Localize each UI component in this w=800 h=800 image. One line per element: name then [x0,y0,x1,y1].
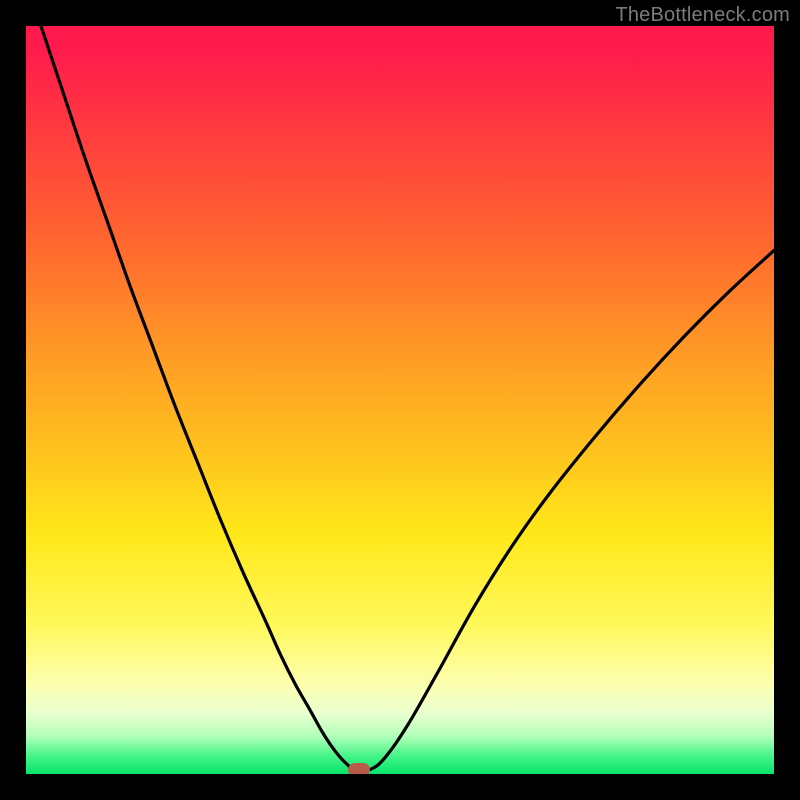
bottleneck-curve [41,26,774,771]
watermark-text: TheBottleneck.com [615,4,790,27]
plot-area [26,26,774,774]
chart-frame: TheBottleneck.com [0,0,800,800]
minimum-marker [348,763,370,775]
curve-layer [26,26,774,774]
